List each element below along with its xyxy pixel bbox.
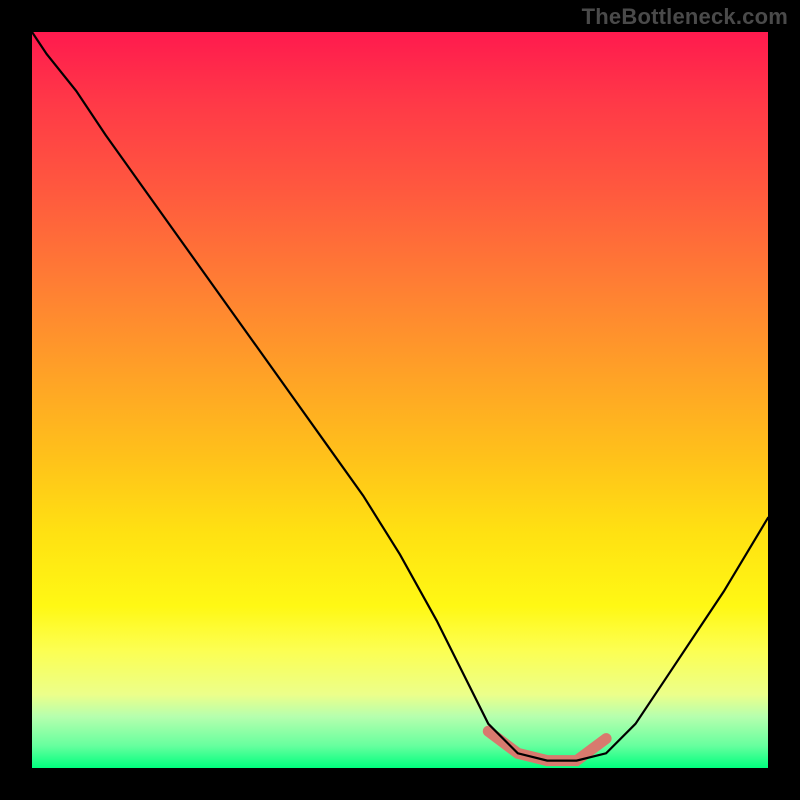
chart-frame: TheBottleneck.com xyxy=(0,0,800,800)
watermark-text: TheBottleneck.com xyxy=(582,4,788,30)
bottleneck-curve-path xyxy=(32,32,768,761)
highlight-path xyxy=(488,731,606,760)
plot-area xyxy=(32,32,768,768)
curve-layer xyxy=(32,32,768,768)
